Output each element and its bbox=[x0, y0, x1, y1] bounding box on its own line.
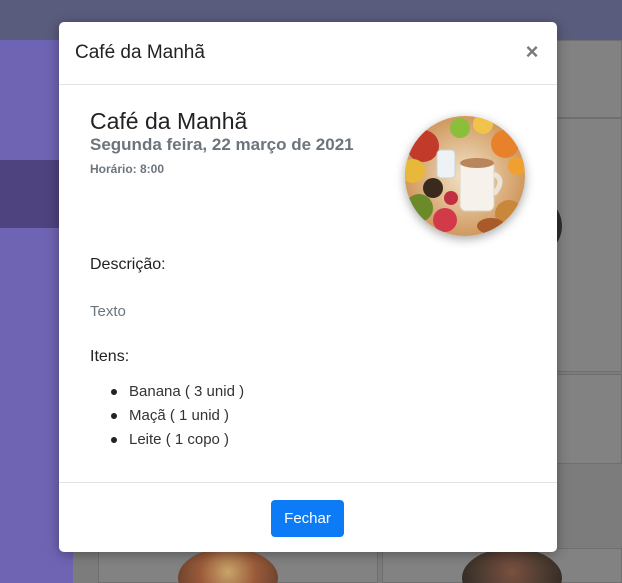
items-heading: Itens: bbox=[90, 348, 130, 365]
meal-title: Café da Manhã bbox=[90, 108, 248, 134]
meal-details-modal: Café da Manhã × Café da Manhã Segunda fe… bbox=[59, 22, 557, 552]
description-text: Texto bbox=[90, 303, 126, 320]
item-label: Maçã ( 1 unid ) bbox=[129, 407, 230, 424]
list-item: Banana ( 3 unid ) bbox=[111, 380, 244, 404]
bullet-icon bbox=[111, 413, 117, 419]
items-list: Banana ( 3 unid ) Maçã ( 1 unid ) Leite … bbox=[111, 380, 244, 452]
list-item: Maçã ( 1 unid ) bbox=[111, 404, 244, 428]
list-item: Leite ( 1 copo ) bbox=[111, 428, 244, 452]
breakfast-photo bbox=[405, 116, 525, 236]
modal-header: Café da Manhã × bbox=[59, 22, 557, 85]
meal-date: Segunda feira, 22 março de 2021 bbox=[90, 135, 354, 154]
bullet-icon bbox=[111, 389, 117, 395]
modal-title: Café da Manhã bbox=[75, 42, 205, 63]
close-button[interactable]: Fechar bbox=[271, 500, 344, 537]
item-label: Leite ( 1 copo ) bbox=[129, 431, 230, 448]
modal-footer: Fechar bbox=[59, 482, 557, 552]
close-icon[interactable]: × bbox=[523, 41, 541, 63]
modal-body: Café da Manhã Segunda feira, 22 março de… bbox=[59, 85, 557, 482]
meal-time: Horário: 8:00 bbox=[90, 162, 165, 176]
bullet-icon bbox=[111, 437, 117, 443]
description-heading: Descrição: bbox=[90, 256, 166, 273]
item-label: Banana ( 3 unid ) bbox=[129, 383, 245, 400]
